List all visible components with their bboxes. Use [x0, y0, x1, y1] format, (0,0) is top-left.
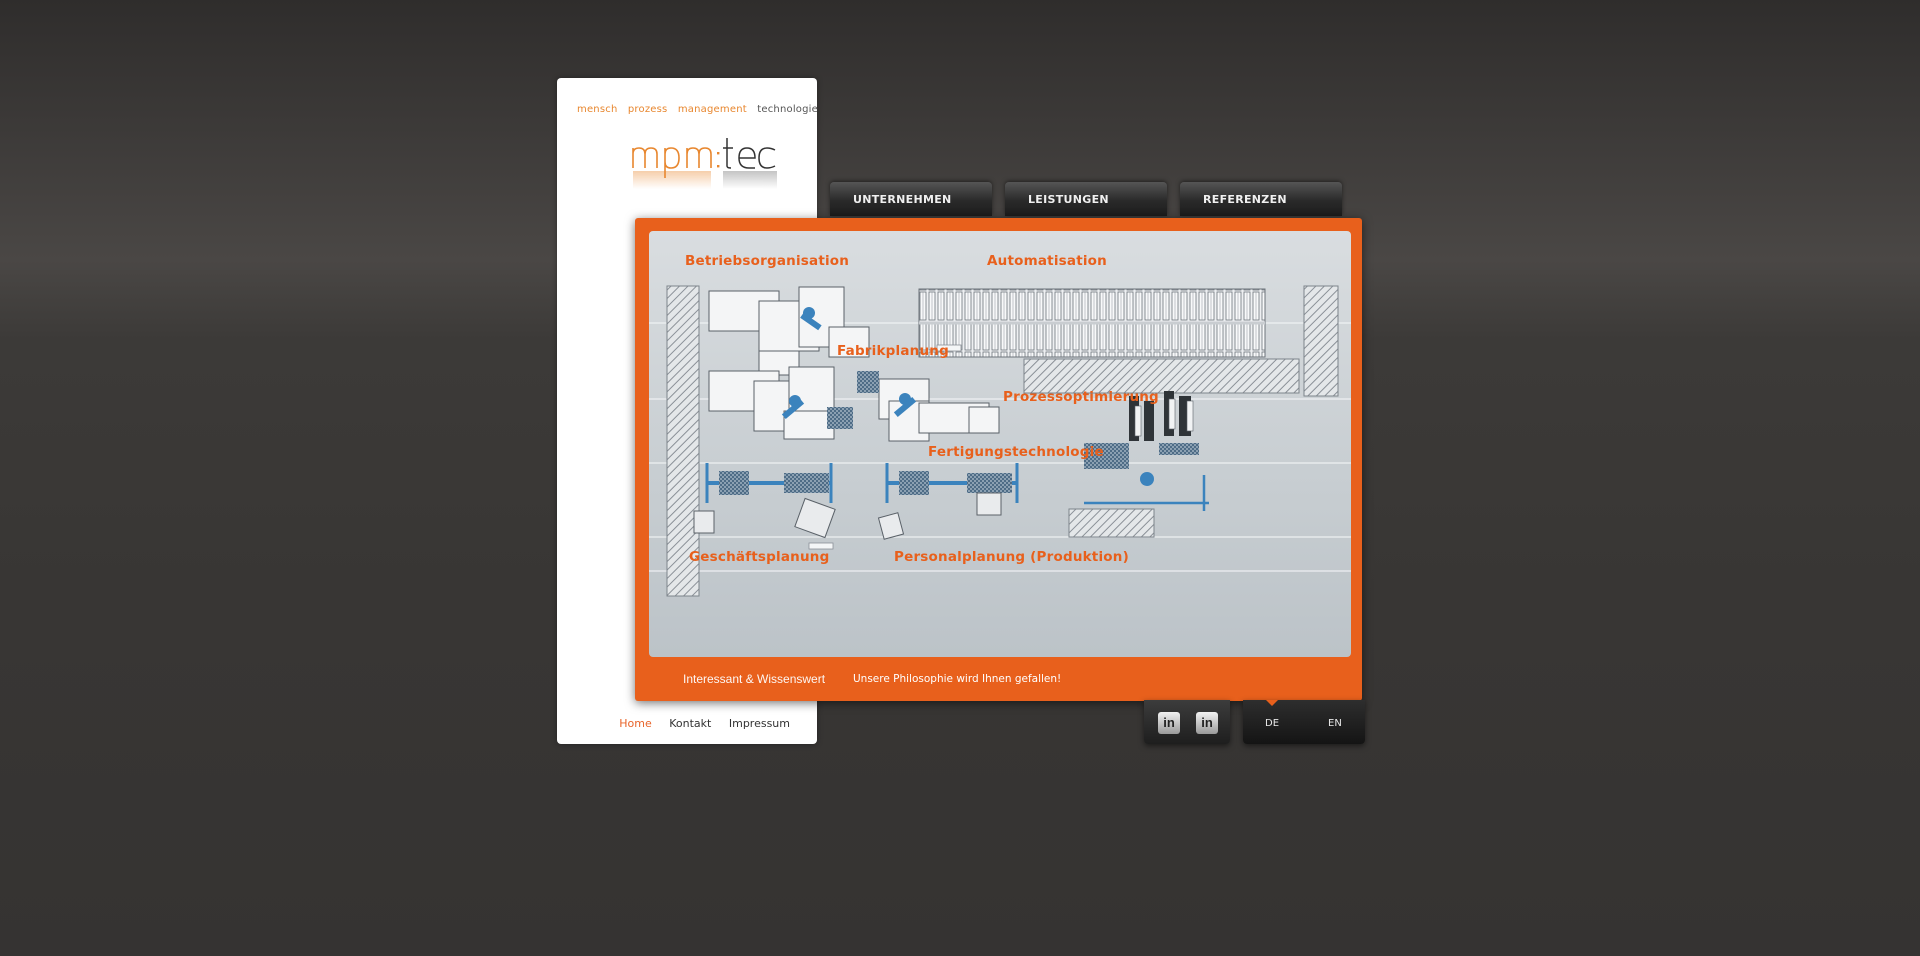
label-geschaeftsplanung[interactable]: Geschäftsplanung	[689, 549, 829, 565]
footer-nav: Home Kontakt Impressum	[605, 717, 790, 730]
label-betriebsorganisation[interactable]: Betriebsorganisation	[685, 253, 849, 269]
label-automatisation[interactable]: Automatisation	[987, 253, 1107, 269]
factory-diagram: Betriebsorganisation Automatisation Fabr…	[649, 231, 1351, 657]
linkedin-icon[interactable]: in	[1158, 712, 1180, 734]
tab-unternehmen[interactable]: UNTERNEHMEN	[830, 182, 992, 216]
label-fertigungstechnologie[interactable]: Fertigungstechnologie	[928, 444, 1104, 460]
language-option-en[interactable]: EN	[1328, 718, 1342, 729]
tab-leistungen[interactable]: LEISTUNGEN	[1005, 182, 1167, 216]
label-personalplanung[interactable]: Personalplanung (Produktion)	[894, 549, 1129, 565]
banner-headline: Interessant & Wissenswert	[683, 672, 826, 686]
tagline-word: management	[677, 104, 747, 115]
footer-link-home[interactable]: Home	[619, 717, 651, 730]
footer-link-impressum[interactable]: Impressum	[729, 717, 790, 730]
content-frame: Betriebsorganisation Automatisation Fabr…	[635, 218, 1362, 701]
language-selector: DE EN	[1243, 700, 1365, 744]
tab-label: LEISTUNGEN	[1028, 193, 1109, 206]
tagline-word: prozess	[627, 104, 668, 115]
label-prozessoptimierung[interactable]: Prozessoptimierung	[1003, 389, 1159, 405]
selected-indicator-icon	[1266, 700, 1278, 706]
linkedin-icon[interactable]: in	[1196, 712, 1218, 734]
tab-label: UNTERNEHMEN	[853, 193, 952, 206]
logo[interactable]	[631, 130, 801, 206]
tagline-word: technologie	[757, 104, 818, 115]
language-option-de[interactable]: DE	[1265, 718, 1279, 729]
footer-link-kontakt[interactable]: Kontakt	[669, 717, 711, 730]
tagline: mensch prozess management technologie	[577, 104, 825, 115]
tab-referenzen[interactable]: REFERENZEN	[1180, 182, 1342, 216]
banner-text[interactable]: Unsere Philosophie wird Ihnen gefallen!	[853, 673, 1061, 685]
tab-label: REFERENZEN	[1203, 193, 1287, 206]
tagline-word: mensch	[577, 104, 618, 115]
social-links: in in	[1144, 700, 1230, 744]
label-fabrikplanung[interactable]: Fabrikplanung	[837, 343, 949, 359]
